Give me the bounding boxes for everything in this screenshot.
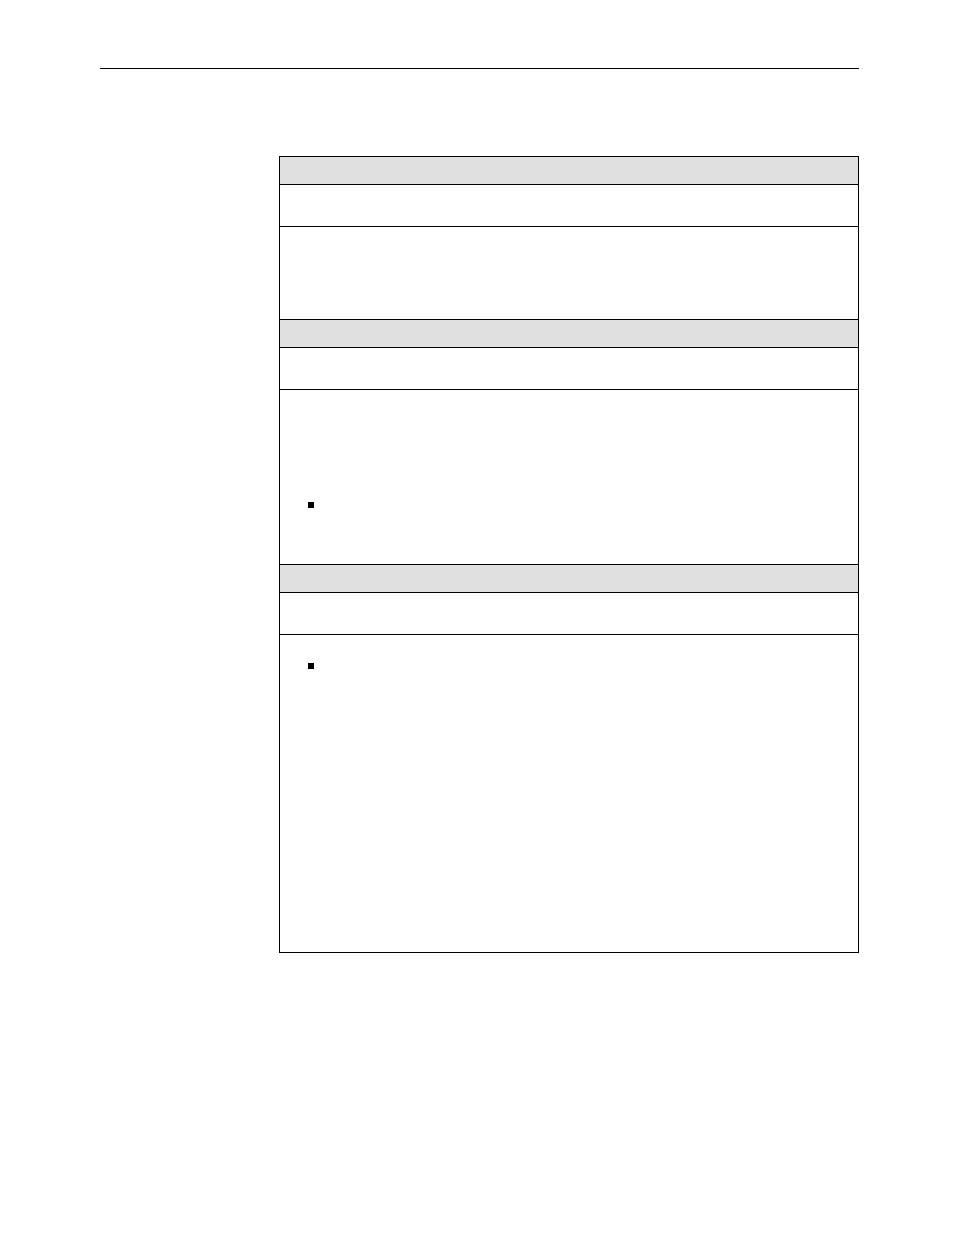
content-table-wrapper bbox=[279, 156, 859, 953]
section-header-cell bbox=[280, 565, 859, 593]
table-cell bbox=[280, 635, 859, 953]
section-header bbox=[280, 565, 859, 593]
content-table bbox=[279, 156, 859, 953]
table-row bbox=[280, 348, 859, 390]
table-cell bbox=[280, 227, 859, 320]
bullet-icon bbox=[308, 502, 314, 508]
section-header bbox=[280, 157, 859, 185]
table-cell bbox=[280, 390, 859, 565]
table-cell bbox=[280, 593, 859, 635]
section-header-cell bbox=[280, 320, 859, 348]
section-header-cell bbox=[280, 157, 859, 185]
table-row bbox=[280, 185, 859, 227]
table-cell bbox=[280, 185, 859, 227]
table-cell bbox=[280, 348, 859, 390]
table-row bbox=[280, 593, 859, 635]
page-header-rule bbox=[100, 40, 859, 69]
table-row bbox=[280, 227, 859, 320]
table-row bbox=[280, 635, 859, 953]
section-header bbox=[280, 320, 859, 348]
table-row bbox=[280, 390, 859, 565]
bullet-icon bbox=[308, 663, 314, 669]
